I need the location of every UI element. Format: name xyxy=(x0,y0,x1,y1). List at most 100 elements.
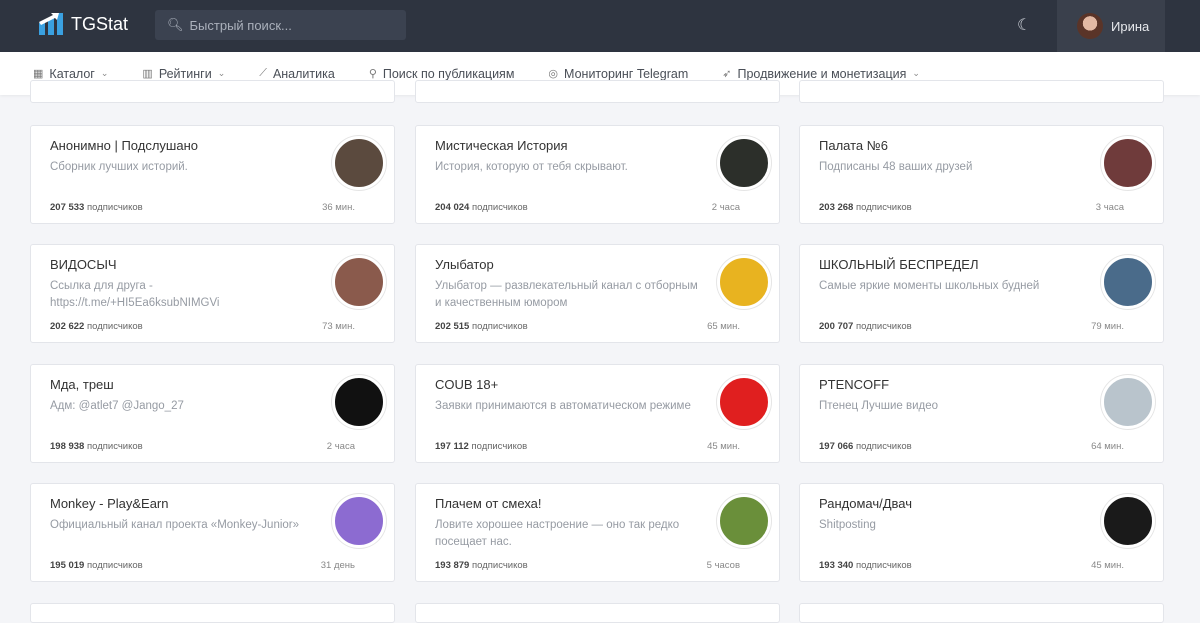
channel-description: Ловите хорошее настроение — оно так редк… xyxy=(435,519,680,548)
last-post-time: 45 мин. xyxy=(1091,560,1124,571)
channel-card[interactable]: PTENCOFF Птенец Лучшие видео 197 066 под… xyxy=(799,364,1164,463)
chart-box-icon: ▥ xyxy=(142,68,153,80)
dark-mode-toggle-moon-icon[interactable]: ☾ xyxy=(1017,15,1031,35)
avatar xyxy=(1077,13,1103,39)
last-post-time: 36 мин. xyxy=(322,202,355,213)
channel-description: Заявки принимаются в автоматическом режи… xyxy=(435,400,691,412)
quick-search-input[interactable]: 🔍︎ Быстрый поиск... xyxy=(155,10,406,40)
brand-logo[interactable]: TGStat xyxy=(39,13,128,35)
channel-description: Адм: @atlet7 @Jango_27 xyxy=(50,400,184,412)
channel-title[interactable]: Плачем от смеха! xyxy=(435,496,542,511)
channel-title[interactable]: Рандомач/Двач xyxy=(819,496,912,511)
subscriber-count: 193 340 подписчиков xyxy=(819,560,912,571)
card-partial xyxy=(415,80,780,103)
nav-label: Продвижение и монетизация xyxy=(737,66,907,81)
brand-name: TGStat xyxy=(71,13,129,34)
subscriber-count: 204 024 подписчиков xyxy=(435,202,528,213)
channel-avatar[interactable] xyxy=(717,136,771,190)
channel-description: Самые яркие моменты школьных будней xyxy=(819,280,1040,292)
search-placeholder: Быстрый поиск... xyxy=(189,17,292,33)
channel-card[interactable]: COUB 18+ Заявки принимаются в автоматиче… xyxy=(415,364,780,463)
nav-item[interactable]: ▥ Рейтинги ⌄ xyxy=(142,67,225,81)
channel-card[interactable]: Палата №6 Подписаны 48 ваших друзей 203 … xyxy=(799,125,1164,224)
channel-description: Сборник лучших историй. xyxy=(50,161,188,173)
channel-avatar[interactable] xyxy=(717,375,771,429)
nav-label: Каталог xyxy=(49,66,95,81)
channel-card[interactable]: Monkey - Play&Earn Официальный канал про… xyxy=(30,483,395,582)
channel-avatar[interactable] xyxy=(332,255,386,309)
chevron-down-icon: ⌄ xyxy=(100,68,109,78)
last-post-time: 5 часов xyxy=(706,560,740,571)
channel-description: Подписаны 48 ваших друзей xyxy=(819,161,973,173)
nav-item[interactable]: ➶ Продвижение и монетизация ⌄ xyxy=(722,67,920,81)
channel-description: Официальный канал проекта «Monkey-Junior… xyxy=(50,519,300,531)
channel-title[interactable]: Мда, треш xyxy=(50,377,114,392)
subscriber-count: 193 879 подписчиков xyxy=(435,560,528,571)
rocket-icon: ➶ xyxy=(722,68,732,80)
channel-card[interactable]: Мистическая История История, которую от … xyxy=(415,125,780,224)
channel-card[interactable]: ВИДОСЫЧ Ссылка для друга - https://t.me/… xyxy=(30,244,395,343)
channel-card[interactable]: Мда, треш Адм: @atlet7 @Jango_27 198 938… xyxy=(30,364,395,463)
user-menu[interactable]: Ирина xyxy=(1057,0,1165,52)
subscriber-count: 200 707 подписчиков xyxy=(819,321,912,332)
last-post-time: 79 мин. xyxy=(1091,321,1124,332)
channel-title[interactable]: Улыбатор xyxy=(435,257,494,272)
last-post-time: 3 часа xyxy=(1095,202,1124,213)
channel-title[interactable]: ВИДОСЫЧ xyxy=(50,257,117,272)
chevron-down-icon: ⌄ xyxy=(217,68,226,78)
channel-avatar[interactable] xyxy=(1101,255,1155,309)
subscriber-count: 197 066 подписчиков xyxy=(819,441,912,452)
channel-description: Ссылка для друга - https://t.me/+HI5Ea6k… xyxy=(50,280,220,309)
channel-card[interactable]: Улыбатор Улыбатор — развлекательный кана… xyxy=(415,244,780,343)
channel-avatar[interactable] xyxy=(717,494,771,548)
channel-title[interactable]: Палата №6 xyxy=(819,138,888,153)
user-name: Ирина xyxy=(1111,18,1150,34)
channel-avatar[interactable] xyxy=(332,375,386,429)
subscriber-count: 197 112 подписчиков xyxy=(435,441,528,452)
channel-title[interactable]: Monkey - Play&Earn xyxy=(50,496,169,511)
last-post-time: 31 день xyxy=(320,560,355,571)
channel-title[interactable]: COUB 18+ xyxy=(435,377,498,392)
line-chart-icon: ⟋ xyxy=(259,67,267,79)
card-partial xyxy=(799,80,1164,103)
subscriber-count: 195 019 подписчиков xyxy=(50,560,143,571)
subscriber-count: 207 533 подписчиков xyxy=(50,202,143,213)
channel-description: История, которую от тебя скрывают. xyxy=(435,161,628,173)
channel-avatar[interactable] xyxy=(1101,136,1155,190)
nav-label: Аналитика xyxy=(272,66,335,81)
channel-card[interactable]: Плачем от смеха! Ловите хорошее настроен… xyxy=(415,483,780,582)
channel-avatar[interactable] xyxy=(1101,494,1155,548)
channel-title[interactable]: Мистическая История xyxy=(435,138,568,153)
nav-label: Мониторинг Telegram xyxy=(564,66,689,81)
last-post-time: 2 часа xyxy=(326,441,355,452)
card-partial xyxy=(30,80,395,103)
channel-card[interactable]: Рандомач/Двач Shitposting 193 340 подпис… xyxy=(799,483,1164,582)
monitor-icon: ◎ xyxy=(548,68,559,80)
nav-item[interactable]: ⟋ Аналитика xyxy=(259,67,335,81)
channel-avatar[interactable] xyxy=(332,136,386,190)
subscriber-count: 202 515 подписчиков xyxy=(435,321,528,332)
card-partial xyxy=(415,603,780,623)
channel-description: Птенец Лучшие видео xyxy=(819,400,939,412)
channel-title[interactable]: ШКОЛЬНЫЙ БЕСПРЕДЕЛ xyxy=(819,257,979,272)
last-post-time: 45 мин. xyxy=(707,441,740,452)
nav-item[interactable]: ◎ Мониторинг Telegram xyxy=(548,67,688,81)
last-post-time: 73 мин. xyxy=(322,321,355,332)
nav-label: Поиск по публикациям xyxy=(382,66,515,81)
channel-card[interactable]: ШКОЛЬНЫЙ БЕСПРЕДЕЛ Самые яркие моменты ш… xyxy=(799,244,1164,343)
channel-avatar[interactable] xyxy=(717,255,771,309)
logo-icon xyxy=(39,13,63,35)
nav-item[interactable]: ⚲ Поиск по публикациям xyxy=(369,67,515,81)
channel-title[interactable]: PTENCOFF xyxy=(819,377,889,392)
channel-description: Shitposting xyxy=(819,519,876,531)
last-post-time: 64 мин. xyxy=(1091,441,1124,452)
channel-title[interactable]: Анонимно | Подслушано xyxy=(50,138,198,153)
channel-description: Улыбатор — развлекательный канал с отбор… xyxy=(435,280,698,309)
channel-card[interactable]: Анонимно | Подслушано Сборник лучших ист… xyxy=(30,125,395,224)
channel-avatar[interactable] xyxy=(332,494,386,548)
search-icon: ⚲ xyxy=(368,68,377,80)
nav-item[interactable]: ▦ Каталог ⌄ xyxy=(33,67,108,81)
nav-label: Рейтинги xyxy=(158,66,212,81)
channel-avatar[interactable] xyxy=(1101,375,1155,429)
top-bar: TGStat 🔍︎ Быстрый поиск... ☾ Ирина xyxy=(0,0,1200,52)
